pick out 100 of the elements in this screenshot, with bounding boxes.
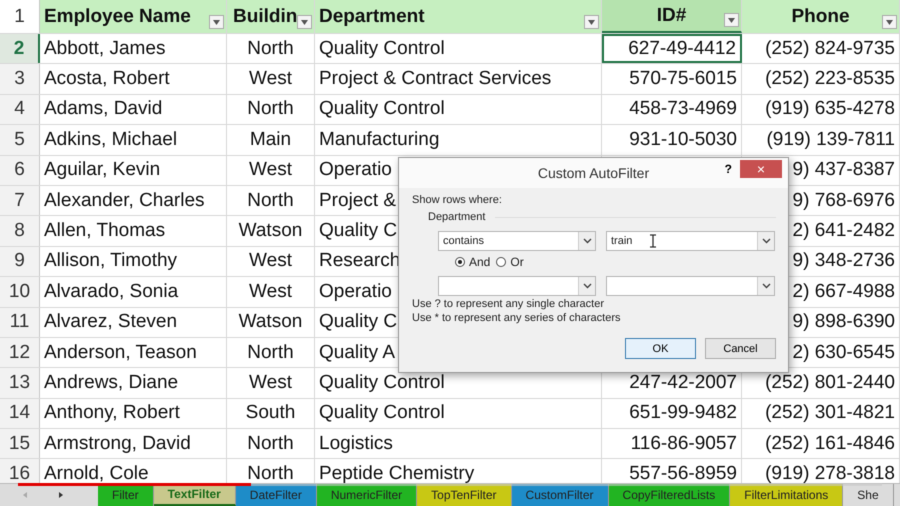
row-header[interactable]: 5 — [0, 125, 40, 155]
close-button[interactable]: × — [740, 160, 782, 178]
table-cell[interactable]: 570-75-6015 — [602, 64, 742, 94]
radio-option[interactable]: Or — [496, 254, 524, 268]
table-cell[interactable]: Watson — [227, 216, 315, 246]
table-cell[interactable]: Quality Control — [315, 34, 602, 64]
table-cell[interactable]: North — [227, 94, 315, 124]
table-cell[interactable]: Project & Contract Services — [315, 64, 602, 94]
row-header[interactable]: 3 — [0, 64, 40, 94]
table-cell[interactable]: Logistics — [315, 429, 602, 458]
table-cell[interactable]: South — [227, 398, 315, 428]
table-cell[interactable]: Allison, Timothy — [40, 246, 227, 276]
table-cell[interactable]: West — [227, 277, 315, 307]
table-cell[interactable]: 651-99-9482 — [602, 398, 742, 428]
help-button[interactable]: ? — [724, 162, 732, 176]
column-header-label: Phone — [791, 6, 850, 28]
chevron-down-icon — [582, 238, 592, 244]
filter-dropdown-button[interactable] — [209, 15, 224, 29]
table-cell[interactable]: Manufacturing — [315, 125, 602, 155]
caret-icon — [588, 20, 595, 24]
sheet-tab[interactable]: TextFilter — [154, 484, 236, 506]
table-cell[interactable]: (919) 139-7811 — [742, 125, 900, 155]
sheet-tab[interactable]: Filter — [98, 484, 154, 506]
row-header[interactable]: 7 — [0, 186, 40, 216]
table-cell[interactable]: (252) 301-4821 — [742, 398, 900, 428]
row-header[interactable]: 1 — [0, 0, 40, 33]
table-cell[interactable]: Watson — [227, 308, 315, 337]
caret-icon — [301, 20, 308, 24]
table-cell[interactable]: Armstrong, David — [40, 429, 227, 458]
chevron-down-icon — [762, 283, 770, 289]
table-cell[interactable]: Alvarado, Sonia — [40, 277, 227, 307]
row-header[interactable]: 16 — [0, 459, 40, 483]
table-cell[interactable]: Aguilar, Kevin — [40, 156, 227, 185]
row-header[interactable]: 11 — [0, 308, 40, 337]
table-cell[interactable]: 931-10-5030 — [602, 125, 742, 155]
sheet-tab[interactable]: DateFilter — [236, 484, 317, 506]
table-cell[interactable]: Anthony, Robert — [40, 398, 227, 428]
table-cell[interactable]: North — [227, 429, 315, 458]
table-cell[interactable]: 627-49-4412 — [602, 34, 742, 64]
filter-dropdown-button[interactable] — [882, 15, 897, 29]
table-cell[interactable]: Abbott, James — [40, 34, 227, 64]
table-cell[interactable]: West — [227, 64, 315, 94]
row-header[interactable]: 2 — [0, 34, 40, 64]
table-cell[interactable]: Adkins, Michael — [40, 125, 227, 155]
text-cursor-icon — [649, 234, 657, 248]
row-header[interactable]: 14 — [0, 398, 40, 428]
sheet-tab[interactable]: CustomFilter — [512, 484, 609, 506]
table-cell[interactable]: Andrews, Diane — [40, 368, 227, 398]
table-cell[interactable]: Adams, David — [40, 94, 227, 124]
table-cell[interactable]: Alvarez, Steven — [40, 308, 227, 337]
table-cell[interactable]: (252) 223-8535 — [742, 64, 900, 94]
caret-icon — [728, 18, 735, 22]
table-cell[interactable]: 116-86-9057 — [602, 429, 742, 458]
field-label: Department — [428, 211, 486, 223]
table-cell[interactable]: (252) 824-9735 — [742, 34, 900, 64]
table-cell[interactable]: North — [227, 34, 315, 64]
table-cell[interactable]: Anderson, Teason — [40, 338, 227, 368]
table-cell[interactable]: (252) 161-4846 — [742, 429, 900, 458]
dialog-title: Custom AutoFilter — [538, 165, 650, 181]
row-header[interactable]: 9 — [0, 246, 40, 276]
value-combo[interactable]: train — [606, 231, 775, 251]
table-cell[interactable]: West — [227, 246, 315, 276]
dialog-button[interactable]: OK — [625, 338, 696, 359]
prompt-label: Show rows where: — [412, 194, 503, 208]
table-cell[interactable]: Quality Control — [315, 398, 602, 428]
operator-dropdown[interactable]: contains — [438, 231, 596, 251]
row-header[interactable]: 8 — [0, 216, 40, 246]
table-cell[interactable]: West — [227, 368, 315, 398]
sheet-tab[interactable]: NumericFilter — [316, 484, 418, 506]
sheet-tab[interactable]: TopTenFilter — [417, 484, 512, 506]
radio-option[interactable]: And — [455, 254, 490, 268]
table-cell[interactable]: (919) 635-4278 — [742, 94, 900, 124]
column-header-label: Department — [319, 6, 425, 28]
table-cell[interactable]: Acosta, Robert — [40, 64, 227, 94]
row-header[interactable]: 4 — [0, 94, 40, 124]
scroll-right-icon[interactable] — [58, 491, 64, 499]
row-header[interactable]: 6 — [0, 156, 40, 185]
filter-dropdown-button[interactable] — [724, 13, 739, 27]
filter-dropdown-button[interactable] — [584, 15, 599, 29]
table-cell[interactable]: North — [227, 338, 315, 368]
dialog-button[interactable]: Cancel — [705, 338, 776, 359]
chevron-down-icon — [582, 283, 592, 289]
table-cell[interactable]: Main — [227, 125, 315, 155]
table-cell[interactable]: North — [227, 186, 315, 216]
table-cell[interactable]: Allen, Thomas — [40, 216, 227, 246]
row-header[interactable]: 13 — [0, 368, 40, 398]
filter-dropdown-button[interactable] — [297, 15, 312, 29]
column-header-label: Buildin — [233, 6, 298, 28]
table-cell[interactable]: Quality Control — [315, 94, 602, 124]
column-header-label: Employee Name — [44, 6, 191, 28]
sheet-tab[interactable]: CopyFilteredLists — [608, 484, 730, 506]
table-cell[interactable]: 458-73-4969 — [602, 94, 742, 124]
row-header[interactable]: 12 — [0, 338, 40, 368]
row-header[interactable]: 10 — [0, 277, 40, 307]
table-cell[interactable]: Alexander, Charles — [40, 186, 227, 216]
row-header[interactable]: 15 — [0, 429, 40, 458]
caret-icon — [213, 20, 220, 24]
table-cell[interactable]: West — [227, 156, 315, 185]
chevron-down-icon — [762, 238, 770, 244]
sheet-tab[interactable]: FilterLimitations — [730, 484, 844, 506]
